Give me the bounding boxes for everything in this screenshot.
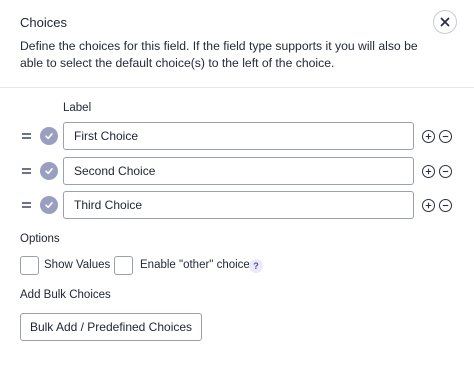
drag-handle-icon[interactable] — [22, 164, 32, 178]
check-icon — [45, 202, 53, 209]
panel-description: Define the choices for this field. If th… — [20, 39, 418, 70]
options-section-title: Options — [20, 233, 60, 245]
help-icon[interactable]: ? — [249, 259, 263, 273]
plus-icon — [425, 168, 432, 175]
choice-row — [0, 191, 474, 219]
remove-choice-button[interactable] — [439, 199, 452, 212]
default-choice-toggle[interactable] — [40, 162, 58, 180]
label-column-header: Label — [63, 102, 92, 114]
minus-icon — [442, 204, 449, 207]
choice-label-input[interactable] — [63, 157, 414, 185]
plus-icon — [425, 202, 432, 209]
show-values-label[interactable]: Show Values — [44, 259, 110, 271]
close-icon — [440, 17, 450, 27]
plus-icon — [425, 133, 432, 140]
choice-row — [0, 122, 474, 150]
show-values-checkbox[interactable] — [20, 256, 39, 275]
bulk-choices-section-title: Add Bulk Choices — [20, 289, 111, 301]
bulk-add-button[interactable]: Bulk Add / Predefined Choices — [20, 313, 202, 341]
drag-handle-icon[interactable] — [22, 198, 32, 212]
remove-choice-button[interactable] — [439, 130, 452, 143]
panel-title: Choices — [20, 15, 67, 30]
choice-label-input[interactable] — [63, 191, 414, 219]
panel-header: Choices Define the choices for this fiel… — [0, 0, 474, 88]
drag-handle-icon[interactable] — [22, 129, 32, 143]
enable-other-choice-checkbox[interactable] — [114, 256, 133, 275]
minus-icon — [442, 170, 449, 173]
remove-choice-button[interactable] — [439, 165, 452, 178]
enable-other-choice-label[interactable]: Enable "other" choice — [140, 259, 250, 271]
choice-row — [0, 157, 474, 185]
add-choice-button[interactable] — [422, 199, 435, 212]
check-icon — [45, 133, 53, 140]
close-button[interactable] — [433, 10, 457, 34]
add-choice-button[interactable] — [422, 165, 435, 178]
choice-label-input[interactable] — [63, 122, 414, 150]
add-choice-button[interactable] — [422, 130, 435, 143]
check-icon — [45, 168, 53, 175]
choices-panel: Choices Define the choices for this fiel… — [0, 0, 474, 373]
default-choice-toggle[interactable] — [40, 127, 58, 145]
minus-icon — [442, 135, 449, 138]
default-choice-toggle[interactable] — [40, 196, 58, 214]
